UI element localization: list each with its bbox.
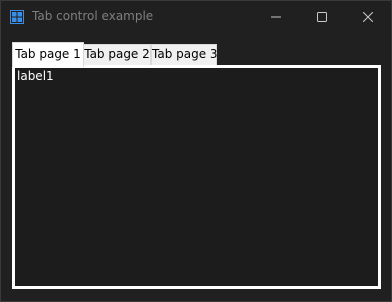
minimize-button[interactable] <box>253 1 299 32</box>
app-window: Tab control example Tab page 1 Tab page … <box>0 0 392 302</box>
maximize-icon <box>317 7 327 26</box>
minimize-icon <box>271 7 281 26</box>
tab-page-content: label1 <box>12 65 381 289</box>
tab-page-2[interactable]: Tab page 2 <box>83 44 151 65</box>
tab-page-1[interactable]: Tab page 1 <box>12 42 84 67</box>
label1: label1 <box>17 69 54 83</box>
maximize-button[interactable] <box>299 1 345 32</box>
close-icon <box>362 7 374 26</box>
tab-page-3[interactable]: Tab page 3 <box>151 44 218 65</box>
app-window-icon <box>10 9 24 24</box>
close-button[interactable] <box>345 1 391 32</box>
window-title: Tab control example <box>32 9 154 23</box>
title-bar[interactable]: Tab control example <box>1 1 391 32</box>
